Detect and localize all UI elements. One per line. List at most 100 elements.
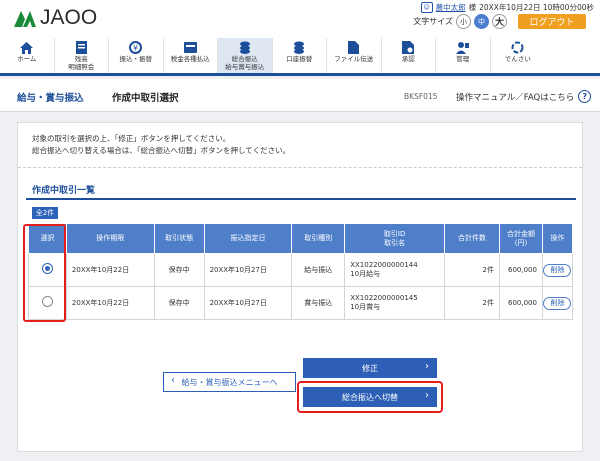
global-nav: ホーム 残高 明細照会 ¥ 振込・振替 税金各種払込 総合振込 給与賞与振込 口… [0,38,600,76]
modify-button-label: 修正 [362,363,378,373]
chevron-right-icon: › [425,390,429,401]
instruction-line-2: 総合振込へ切り替える場合は、「総合振込へ切替」ボタンを押してください。 [32,146,291,155]
help-link[interactable]: 操作マニュアル／FAQはこちら ? [456,90,592,103]
section-name: 給与・賞与振込 [17,93,84,104]
col-total-amount: 合計金額 (円) [498,223,543,254]
id-name-cell: XX1022000000144 10月給与 [344,253,446,287]
svg-text:¥: ¥ [133,44,138,53]
amount-cell: 600,000 [498,286,543,320]
col-status: 取引状態 [153,223,205,254]
user-icon: ☺ [420,2,433,13]
row-radio[interactable] [41,296,53,307]
switch-to-bulk-button[interactable]: 総合振込へ切替 › [303,387,437,407]
status-cell: 保存中 [153,286,205,320]
font-large-button[interactable]: 大 [492,14,507,29]
approval-icon [401,41,415,54]
last-login: 20XX年10月22日 10時00分00秒 [479,3,594,12]
amount-cell: 600,000 [498,253,543,287]
nav-item-home[interactable]: ホーム [0,38,55,73]
nav-item-balance[interactable]: 残高 明細照会 [55,38,109,73]
help-link-label: 操作マニュアル／FAQはこちら [456,92,575,103]
trans-id: XX1022000000145 [350,294,418,302]
transactions-table: 選択 操作期限 取引状態 振込指定日 取引種別 取引ID 取引名 合計件数 合計金… [28,223,574,320]
delete-button[interactable]: 削除 [543,263,572,277]
modify-button[interactable]: 修正 › [303,358,437,378]
tax-icon [183,41,197,54]
font-medium-button[interactable]: 中 [474,14,489,29]
instruction-line-1: 対象の取引を選択の上、「修正」ボタンを押してください。 [32,134,231,143]
divider [18,167,582,168]
type-cell: 給与振込 [291,253,346,287]
count-badge: 全2件 [32,207,58,219]
densai-icon [511,41,525,54]
delete-button[interactable]: 削除 [543,296,572,310]
id-name-cell: XX1022000000145 10月賞与 [344,286,446,320]
user-info: ☺ 農中太郎 様 20XX年10月22日 10時00分00秒 [420,2,594,13]
operation-date-cell: 20XX年10月22日 [65,286,155,320]
col-name-label: 取引名 [384,238,406,247]
transfer-date-cell: 20XX年10月27日 [203,286,293,320]
logout-button[interactable]: ログアウト [518,14,586,29]
transfer-date-cell: 20XX年10月27日 [203,253,293,287]
trans-id: XX1022000000144 [350,261,418,269]
home-icon [20,41,34,54]
back-to-menu-button[interactable]: ‹ 給与・賞与振込メニューへ [163,372,296,392]
page-title: 作成中取引選択 [112,93,179,104]
table-header-row: 選択 操作期限 取引状態 振込指定日 取引種別 取引ID 取引名 合計件数 合計金… [28,223,574,254]
table-row: 20XX年10月22日 保存中 20XX年10月27日 給与振込 XX10220… [28,253,574,287]
coins-icon [238,41,252,54]
back-button-label: 給与・賞与振込メニューへ [181,377,278,387]
title-bar: 給与・賞与振込 作成中取引選択 BKSF015 操作マニュアル／FAQはこちら … [0,79,600,112]
type-cell: 賞与振込 [291,286,346,320]
col-amount-label: 合計金額 [506,229,535,238]
col-transfer-date: 振込指定日 [203,223,293,254]
operation-date-cell: 20XX年10月22日 [65,253,155,287]
ja-logo: JAOO [12,6,97,30]
chevron-right-icon: › [425,361,429,372]
col-id-name: 取引ID 取引名 [344,223,446,254]
font-size-label: 文字サイズ [413,17,453,26]
switch-button-label: 総合振込へ切替 [342,392,398,402]
count-cell: 2件 [444,286,500,320]
action-cell: 削除 [541,253,574,287]
nav-item-densai[interactable]: でんさい [491,38,546,73]
main-panel: 対象の取引を選択の上、「修正」ボタンを押してください。 総合振込へ切り替える場合… [17,122,583,452]
col-operation-date: 操作期限 [65,223,155,254]
col-total-count: 合計件数 [444,223,500,254]
nav-item-bulk-payroll[interactable]: 総合振込 給与賞与振込 [218,38,273,73]
nav-item-approval[interactable]: 承認 [382,38,436,73]
section-title: 作成中取引一覧 [32,186,96,196]
select-cell [28,286,67,320]
trans-name: 10月給与 [350,270,381,278]
status-cell: 保存中 [153,253,205,287]
col-amount-unit: (円) [514,238,528,247]
logo-text: JAOO [40,6,98,29]
question-icon: ? [578,90,592,103]
ja-logo-icon [14,11,36,27]
admin-icon [456,41,470,54]
table-row: 20XX年10月22日 保存中 20XX年10月27日 賞与振込 XX10220… [28,286,574,320]
nav-item-file[interactable]: ファイル伝送 [327,38,382,73]
section-underline [26,198,576,200]
action-cell: 削除 [541,286,574,320]
row-radio[interactable] [41,263,53,274]
user-name-link[interactable]: 農中太郎 [436,2,466,13]
col-id-label: 取引ID [383,229,406,238]
nav-item-account-transfer[interactable]: 口座振替 [273,38,327,73]
file-icon [347,41,361,54]
col-select: 選択 [28,223,67,254]
col-type: 取引種別 [291,223,346,254]
nav-item-transfer[interactable]: ¥ 振込・振替 [109,38,164,73]
nav-item-admin[interactable]: 管理 [436,38,491,73]
coins-stack-icon [292,41,306,54]
transfer-icon: ¥ [129,41,143,54]
passbook-icon [74,41,88,54]
user-suffix: 様 [468,3,477,12]
trans-name: 10月賞与 [350,303,381,311]
font-size-control: 文字サイズ 小 中 大 ログアウト [413,14,586,29]
col-operation: 操作 [541,223,574,254]
font-small-button[interactable]: 小 [456,14,471,29]
count-cell: 2件 [444,253,500,287]
screen-code: BKSF015 [404,92,438,101]
nav-item-tax[interactable]: 税金各種払込 [164,38,218,73]
